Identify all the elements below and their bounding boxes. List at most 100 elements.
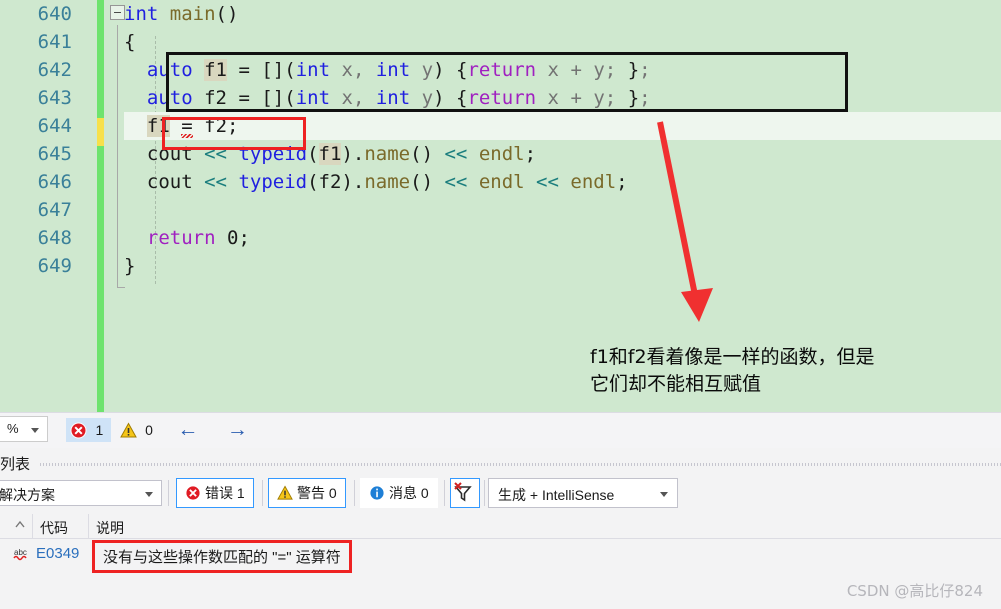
error-circle-icon [70, 422, 87, 438]
token-identifier-endl: endl [478, 143, 525, 165]
token-shift-left: << [204, 143, 227, 165]
code-line-643[interactable]: auto f2 = [](int x, int y) {return x + y… [124, 84, 1001, 112]
code-line-646[interactable]: cout << typeid(f2).name() << endl << end… [124, 168, 1001, 196]
token-identifier-f1: f1 [146, 115, 170, 137]
line-number: 648 [37, 227, 72, 249]
line-number: 645 [37, 143, 72, 165]
token-identifier-endl: endl [478, 171, 525, 193]
token-brace-open: { [455, 87, 468, 109]
code-line-644[interactable]: f1 = f2; [124, 112, 1001, 140]
toolbar-separator [444, 480, 445, 506]
outline-bracket-line [117, 25, 125, 288]
error-count-badge[interactable]: 1 [66, 418, 112, 442]
filter-messages-label: 消息 0 [389, 485, 429, 501]
error-list-toolbar: 个解决方案 错误 1 警告 0 [0, 476, 1001, 512]
token-identifier-endl: endl [570, 171, 617, 193]
token-plus: + [570, 87, 582, 109]
code-line-641[interactable]: { [124, 28, 1001, 56]
code-line-648[interactable]: return 0; [124, 224, 1001, 252]
token-paren-close: ) [341, 143, 353, 165]
token-semicolon: ; [227, 115, 239, 137]
line-number: 647 [37, 199, 72, 221]
token-member-name: name [364, 143, 411, 165]
token-keyword-int: int [295, 87, 331, 109]
code-line-642[interactable]: auto f1 = [](int x, int y) {return x + y… [124, 56, 1001, 84]
clear-filter-button[interactable] [450, 478, 480, 508]
next-error-button[interactable]: → [227, 418, 248, 442]
sort-indicator-icon[interactable] [14, 519, 26, 531]
code-line-640[interactable]: int main() [124, 0, 1001, 28]
code-line-647[interactable] [124, 196, 1001, 224]
watermark: CSDN @高比仔824 [846, 582, 983, 600]
filter-messages-button[interactable]: 消息 0 [360, 478, 438, 508]
token-keyword-return: return [146, 227, 216, 249]
intellisense-error-icon: abc [13, 548, 27, 561]
line-number: 646 [37, 171, 72, 193]
toolbar-separator [354, 480, 355, 506]
chevron-down-icon [145, 492, 153, 497]
token-paren-open: ( [284, 59, 296, 81]
header-divider [88, 514, 89, 539]
token-param-x: x [341, 87, 353, 109]
token-equals: = [238, 59, 250, 81]
token-param-y: y [421, 59, 434, 81]
token-identifier-cout: cout [146, 143, 193, 165]
line-number: 649 [37, 255, 72, 277]
token-comma: , [352, 87, 365, 109]
filter-warnings-button[interactable]: 警告 0 [268, 478, 346, 508]
code-line-645[interactable]: cout << typeid(f1).name() << endl; [124, 140, 1001, 168]
filter-warnings-label: 警告 0 [297, 485, 337, 501]
token-semicolon: ; [616, 171, 628, 193]
token-brace-close: } [627, 87, 640, 109]
error-description[interactable]: 没有与这些操作数匹配的 "=" 运算符 [92, 540, 352, 573]
chevron-down-icon [31, 428, 39, 433]
code-line-649[interactable]: } [124, 252, 1001, 280]
collapse-outline-icon[interactable] [110, 5, 125, 20]
token-param-x: x [341, 59, 353, 81]
token-paren-close: ) [227, 3, 239, 25]
token-semicolon: ; [639, 59, 651, 81]
build-filter-value: 生成 + IntelliSense [498, 487, 615, 503]
code-editor[interactable]: 640 641 642 643 644 645 646 647 648 649 … [0, 0, 1001, 412]
error-navigation-group: 1 0 ← → [66, 418, 260, 444]
token-brace-open: { [124, 31, 136, 53]
chevron-down-icon [660, 492, 668, 497]
token-param-x: x [547, 59, 559, 81]
token-function-main: main [169, 3, 216, 25]
token-brace-close: } [124, 255, 136, 277]
token-member-name: name [364, 171, 411, 193]
token-identifier-f2: f2 [204, 115, 228, 137]
token-paren-open: ( [307, 171, 319, 193]
build-filter-dropdown[interactable]: 生成 + IntelliSense [488, 478, 678, 508]
warning-count-badge[interactable]: 0 [116, 418, 161, 442]
table-row[interactable]: abc E0349 没有与这些操作数匹配的 "=" 运算符 [0, 539, 1001, 573]
token-param-y: y [593, 59, 605, 81]
token-keyword-int: int [375, 59, 411, 81]
token-equals: = [238, 87, 250, 109]
token-paren-open: ( [284, 87, 296, 109]
svg-text:abc: abc [14, 548, 27, 557]
token-semicolon: ; [604, 87, 617, 109]
filter-errors-button[interactable]: 错误 1 [176, 478, 254, 508]
column-header-description[interactable]: 说明 [96, 518, 124, 538]
error-list-column-headers: 代码 说明 [0, 514, 1001, 539]
token-semicolon: ; [639, 87, 651, 109]
column-header-code[interactable]: 代码 [40, 518, 68, 538]
zoom-level-dropdown[interactable]: % [0, 416, 48, 442]
token-keyword-int: int [375, 87, 411, 109]
token-dot: . [352, 171, 365, 193]
token-shift-left: << [444, 143, 468, 165]
token-keyword-int: int [124, 3, 159, 25]
token-identifier-f2: f2 [318, 171, 342, 193]
token-identifier-f1: f1 [318, 143, 342, 165]
warning-count-value: 0 [145, 422, 153, 438]
token-paren-open: ( [410, 143, 422, 165]
previous-error-button[interactable]: ← [177, 418, 198, 442]
scope-filter-dropdown[interactable]: 个解决方案 [0, 480, 162, 506]
token-identifier-f1: f1 [204, 59, 227, 81]
token-keyword-return: return [467, 59, 537, 81]
filter-errors-label: 错误 1 [205, 485, 245, 501]
token-identifier-cout: cout [146, 171, 193, 193]
scope-filter-value: 个解决方案 [0, 487, 55, 503]
error-code[interactable]: E0349 [36, 545, 79, 562]
